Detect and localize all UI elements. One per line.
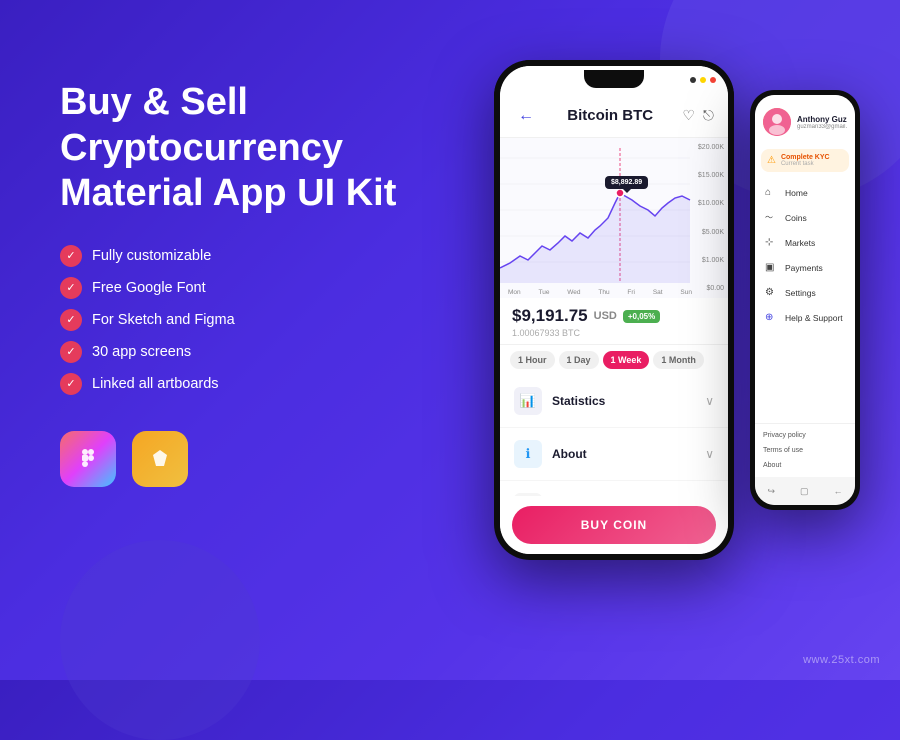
user-name: Anthony Guzman (797, 115, 847, 124)
status-dot-1 (690, 77, 696, 83)
price-tooltip: $8,892.89 (605, 176, 648, 189)
secondary-footer: Privacy policy Terms of use About (755, 423, 855, 477)
accordion-statistics[interactable]: 📊 Statistics ∨ (500, 375, 728, 428)
filter-1d[interactable]: 1 Day (559, 351, 599, 369)
secondary-header: Anthony Guzman guzman33@gmail.com (755, 95, 855, 145)
sec-nav-back[interactable]: ↪ (767, 486, 775, 497)
filter-1m[interactable]: 1 Month (653, 351, 704, 369)
main-title: Buy & SellCryptocurrencyMaterial App UI … (60, 80, 440, 217)
feature-2: ✓ Free Google Font (60, 277, 440, 299)
back-button[interactable]: ← (514, 104, 538, 128)
app-title: Bitcoin BTC (546, 107, 674, 124)
nav-payments[interactable]: ▣ Payments (755, 255, 855, 280)
secondary-nav: ⌂ Home 〜 Coins ⊹ Markets ▣ Payments ⚙ (755, 176, 855, 423)
help-icon: ⊕ (765, 312, 779, 323)
phone-secondary: Anthony Guzman guzman33@gmail.com ⚠ Comp… (750, 90, 860, 510)
feature-4: ✓ 30 app screens (60, 341, 440, 363)
user-email: guzman33@gmail.com (797, 124, 847, 130)
tool-icons (60, 431, 440, 487)
feature-1: ✓ Fully customizable (60, 245, 440, 267)
phone-main: ← Bitcoin BTC ♡ ⎋ (494, 60, 734, 560)
statistics-label: Statistics (552, 394, 705, 408)
nav-home[interactable]: ⌂ Home (755, 180, 855, 205)
sec-nav-recent[interactable]: ← (833, 486, 842, 496)
phones-area: ← Bitcoin BTC ♡ ⎋ (494, 60, 860, 560)
kyc-title: Complete KYC (781, 154, 843, 161)
buy-button[interactable]: BUY COIN (512, 506, 716, 544)
check-icon-1: ✓ (60, 245, 82, 267)
price-btc: 1.00067933 BTC (512, 328, 716, 338)
privacy-link[interactable]: Privacy policy (763, 428, 847, 443)
about-chevron: ∨ (705, 447, 714, 461)
user-info: Anthony Guzman guzman33@gmail.com (797, 115, 847, 130)
buy-button-area: BUY COIN (500, 496, 728, 554)
secondary-bottom-nav: ↪ ▢ ← (755, 477, 855, 505)
about-icon: ℹ (514, 440, 542, 468)
markets-icon: ⊹ (765, 237, 779, 248)
statistics-icon: 📊 (514, 387, 542, 415)
price-currency: USD (594, 310, 617, 322)
feature-3: ✓ For Sketch and Figma (60, 309, 440, 331)
sketch-icon (132, 431, 188, 487)
filter-1h[interactable]: 1 Hour (510, 351, 555, 369)
left-panel: Buy & SellCryptocurrencyMaterial App UI … (60, 80, 440, 487)
chart-area: $8,892.89 $20.00K $15.00K $10.00K $5.00K… (500, 138, 728, 298)
accordion-about[interactable]: ℹ About ∨ (500, 428, 728, 481)
accordion-section: 📊 Statistics ∨ ℹ About ∨ 📰 Latest news ∨ (500, 375, 728, 496)
user-avatar (763, 108, 791, 136)
feature-5: ✓ Linked all artboards (60, 373, 440, 395)
statistics-chevron: ∨ (705, 394, 714, 408)
home-icon: ⌂ (765, 187, 779, 198)
accordion-news[interactable]: 📰 Latest news ∨ (500, 481, 728, 496)
coins-icon: 〜 (765, 212, 779, 223)
price-section: $9,191.75 USD +0,05% 1.00067933 BTC (500, 298, 728, 345)
price-change: +0,05% (623, 310, 660, 323)
about-link[interactable]: About (763, 458, 847, 473)
sec-nav-home[interactable]: ▢ (800, 486, 809, 497)
phone-screen: ← Bitcoin BTC ♡ ⎋ (500, 66, 728, 554)
chart-x-labels: Mon Tue Wed Thu Fri Sat Sun (508, 289, 692, 296)
secondary-screen: Anthony Guzman guzman33@gmail.com ⚠ Comp… (755, 95, 855, 505)
time-filters: 1 Hour 1 Day 1 Week 1 Month (500, 345, 728, 375)
app-header: ← Bitcoin BTC ♡ ⎋ (500, 94, 728, 138)
nav-markets[interactable]: ⊹ Markets (755, 230, 855, 255)
kyc-banner[interactable]: ⚠ Complete KYC Current task (761, 149, 849, 172)
nav-settings[interactable]: ⚙ Settings (755, 280, 855, 305)
figma-icon (60, 431, 116, 487)
status-dot-3 (710, 77, 716, 83)
heart-icon[interactable]: ♡ (682, 107, 695, 124)
nav-coins[interactable]: 〜 Coins (755, 205, 855, 230)
check-icon-4: ✓ (60, 341, 82, 363)
check-icon-5: ✓ (60, 373, 82, 395)
nav-help[interactable]: ⊕ Help & Support (755, 305, 855, 330)
phone-notch (584, 70, 644, 88)
settings-icon: ⚙ (765, 287, 779, 298)
terms-link[interactable]: Terms of use (763, 443, 847, 458)
header-icons: ♡ ⎋ (682, 107, 714, 124)
kyc-text: Complete KYC Current task (781, 154, 843, 167)
price-value: $9,191.75 (512, 306, 588, 326)
payments-icon: ▣ (765, 262, 779, 273)
about-label: About (552, 447, 705, 461)
watermark: www.25xt.com (803, 654, 880, 666)
warning-icon: ⚠ (767, 155, 776, 166)
features-list: ✓ Fully customizable ✓ Free Google Font … (60, 245, 440, 395)
kyc-subtitle: Current task (781, 161, 843, 167)
check-icon-2: ✓ (60, 277, 82, 299)
filter-1w[interactable]: 1 Week (603, 351, 650, 369)
check-icon-3: ✓ (60, 309, 82, 331)
chart-y-labels: $20.00K $15.00K $10.00K $5.00K $1.00K $0… (698, 144, 724, 292)
share-icon[interactable]: ⎋ (703, 107, 714, 124)
status-dot-2 (700, 77, 706, 83)
